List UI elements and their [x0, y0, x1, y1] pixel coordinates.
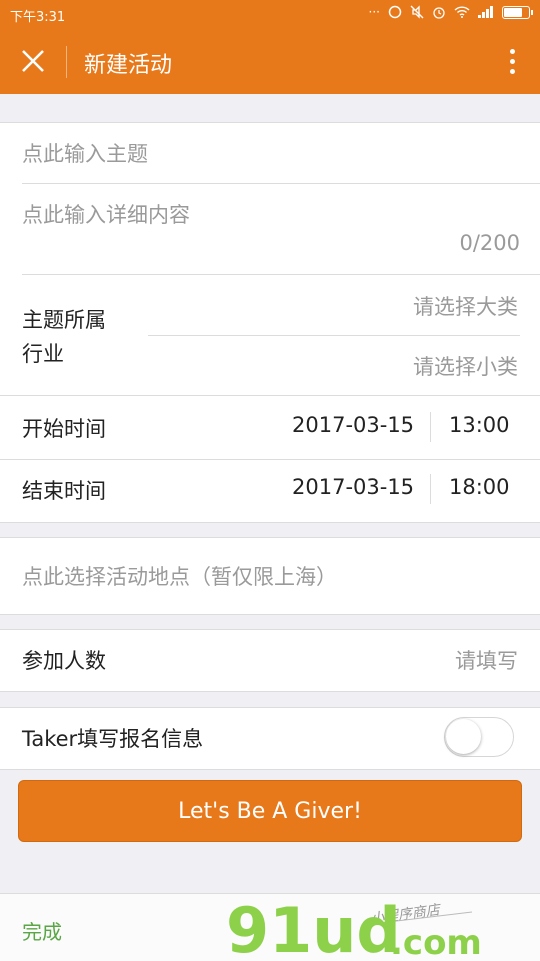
participants-input[interactable]: 请填写 — [455, 645, 518, 675]
submit-button[interactable]: Let's Be A Giver! — [18, 780, 522, 842]
more-vertical-icon[interactable] — [508, 45, 516, 77]
status-time: 下午3:31 — [10, 10, 66, 25]
battery-icon — [502, 5, 533, 19]
submit-button-label: Let's Be A Giver! — [178, 798, 362, 824]
time-card: 开始时间 2017-03-15 13:00 结束时间 2017-03-15 18… — [0, 395, 540, 523]
toggle-knob — [446, 719, 481, 754]
wifi-icon — [454, 6, 470, 18]
participants-label: 参加人数 — [22, 649, 106, 673]
location-placeholder: 点此选择活动地点（暂仅限上海） — [22, 565, 337, 589]
location-card[interactable]: 点此选择活动地点（暂仅限上海） — [0, 537, 540, 615]
status-icons: ··· — [368, 5, 533, 19]
start-label: 开始时间 — [22, 417, 106, 441]
taker-toggle[interactable] — [444, 717, 514, 757]
topic-input[interactable]: 点此输入主题 — [0, 123, 540, 183]
detail-placeholder: 点此输入详细内容 — [22, 203, 190, 227]
start-date-picker[interactable]: 2017-03-15 — [292, 413, 414, 437]
signal-icon — [478, 6, 493, 18]
circle-icon — [388, 5, 402, 19]
industry-major-select[interactable]: 请选择大类 — [148, 275, 540, 335]
char-counter: 0/200 — [459, 231, 520, 255]
industry-major-placeholder: 请选择大类 — [413, 295, 518, 319]
app-bar: 新建活动 — [0, 30, 540, 94]
status-bar: 下午3:31 ··· — [0, 0, 540, 30]
industry-minor-placeholder: 请选择小类 — [413, 355, 518, 379]
app-bar-divider — [66, 46, 67, 78]
industry-label: 主题所属 行业 — [22, 308, 106, 366]
end-label: 结束时间 — [22, 479, 106, 503]
taker-card: Taker填写报名信息 — [0, 707, 540, 770]
industry-minor-select[interactable]: 请选择小类 — [148, 336, 540, 394]
topic-card: 点此输入主题 点此输入详细内容 0/200 主题所属 行业 请选择大类 请选择小… — [0, 122, 540, 396]
page-title: 新建活动 — [84, 53, 173, 78]
alarm-icon — [433, 7, 445, 19]
taker-label: Taker填写报名信息 — [22, 727, 204, 751]
end-date-picker[interactable]: 2017-03-15 — [292, 475, 414, 499]
participants-card: 参加人数 请填写 — [0, 629, 540, 692]
start-time-picker[interactable]: 13:00 — [449, 413, 510, 437]
bottom-bar: 完成 小程序商店 91ud .com — [0, 893, 540, 961]
detail-textarea[interactable]: 点此输入详细内容 0/200 — [0, 184, 540, 274]
end-time-picker[interactable]: 18:00 — [449, 475, 510, 499]
close-icon[interactable] — [18, 46, 48, 76]
watermark-logo: 小程序商店 91ud .com — [226, 894, 482, 961]
date-time-divider — [430, 474, 431, 504]
watermark-domain: .com — [390, 923, 482, 961]
date-time-divider — [430, 412, 431, 442]
topic-placeholder: 点此输入主题 — [22, 142, 148, 166]
mute-icon — [410, 5, 424, 19]
done-button[interactable]: 完成 — [22, 916, 62, 945]
ellipsis-icon: ··· — [368, 5, 380, 19]
watermark-main: 91ud — [226, 894, 401, 961]
start-time-row: 开始时间 2017-03-15 13:00 — [0, 396, 540, 458]
end-time-row: 结束时间 2017-03-15 18:00 — [0, 460, 540, 522]
